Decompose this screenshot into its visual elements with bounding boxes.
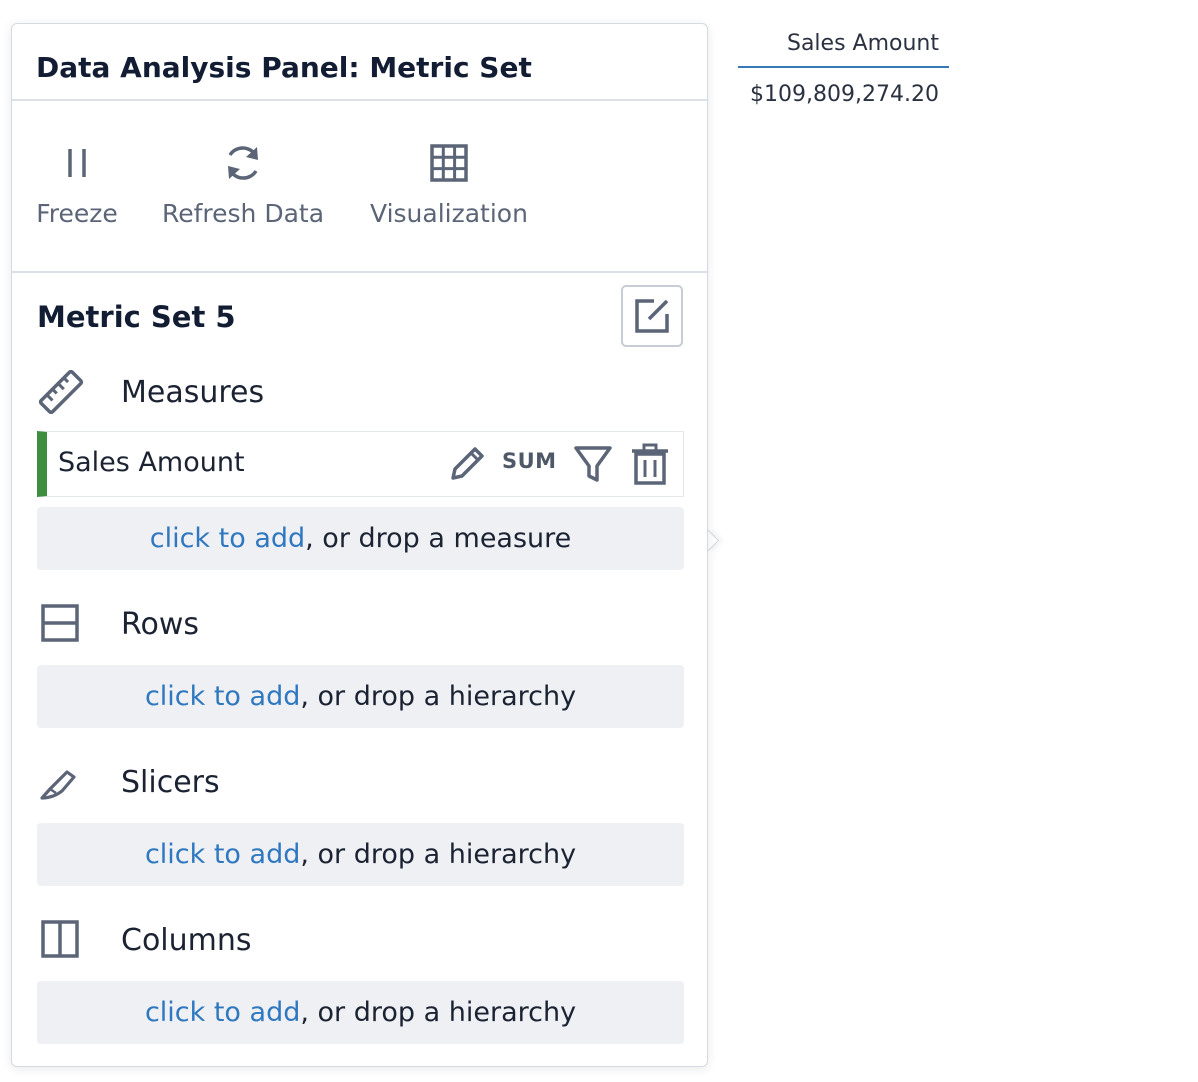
pencil-icon[interactable] <box>445 442 489 486</box>
panel-toolbar: Freeze Refresh Data Visualization <box>12 101 707 273</box>
edit-metric-set-button[interactable] <box>621 285 683 347</box>
columns-section-header: Columns <box>37 916 687 966</box>
slicers-dropzone[interactable]: click to add, or drop a hierarchy <box>37 823 684 886</box>
rows-dropzone[interactable]: click to add, or drop a hierarchy <box>37 665 684 728</box>
filter-icon[interactable] <box>571 442 615 486</box>
aggregation-label[interactable]: SUM <box>502 449 557 473</box>
panel-title: Data Analysis Panel: Metric Set <box>36 51 532 84</box>
refresh-data-button[interactable]: Refresh Data <box>148 101 338 273</box>
ruler-icon <box>38 369 84 415</box>
visualization-label: Visualization <box>370 199 528 228</box>
grid-value-cell[interactable]: $109,809,274.20 <box>738 76 949 114</box>
freeze-label: Freeze <box>36 199 118 228</box>
columns-layout-icon <box>41 920 79 958</box>
columns-drop-text: , or drop a hierarchy <box>300 997 577 1028</box>
grid-column-header[interactable]: Sales Amount <box>738 26 949 68</box>
rows-drop-text: , or drop a hierarchy <box>300 681 577 712</box>
columns-add-link[interactable]: click to add <box>145 997 300 1028</box>
refresh-data-label: Refresh Data <box>161 199 325 228</box>
slicers-section-header: Slicers <box>37 758 687 808</box>
columns-dropzone[interactable]: click to add, or drop a hierarchy <box>37 981 684 1044</box>
pause-icon <box>68 149 86 177</box>
edit-square-icon <box>635 299 669 333</box>
measures-dropzone[interactable]: click to add, or drop a measure <box>37 507 684 570</box>
freeze-button[interactable]: Freeze <box>24 101 130 273</box>
measures-add-link[interactable]: click to add <box>150 523 305 554</box>
rows-section-header: Rows <box>37 600 687 650</box>
rows-add-link[interactable]: click to add <box>145 681 300 712</box>
knife-icon <box>40 770 76 800</box>
measure-item-sales-amount[interactable]: Sales Amount SUM <box>37 431 684 497</box>
trash-icon[interactable] <box>628 442 672 486</box>
visualization-button[interactable]: Visualization <box>356 101 542 273</box>
slicers-title: Slicers <box>121 765 220 800</box>
rows-title: Rows <box>121 607 200 642</box>
rows-layout-icon <box>41 604 79 642</box>
measure-name: Sales Amount <box>58 447 245 478</box>
columns-title: Columns <box>121 923 252 958</box>
data-analysis-panel: Data Analysis Panel: Metric Set Freeze R… <box>11 23 708 1067</box>
measures-drop-text: , or drop a measure <box>305 523 572 554</box>
grid-table-icon <box>430 144 468 182</box>
measures-title: Measures <box>121 375 265 410</box>
measures-section-header: Measures <box>37 368 687 418</box>
metric-set-title: Metric Set 5 <box>37 300 236 334</box>
panel-header: Data Analysis Panel: Metric Set <box>12 24 707 101</box>
slicers-drop-text: , or drop a hierarchy <box>300 839 577 870</box>
refresh-icon <box>228 146 258 180</box>
slicers-add-link[interactable]: click to add <box>145 839 300 870</box>
